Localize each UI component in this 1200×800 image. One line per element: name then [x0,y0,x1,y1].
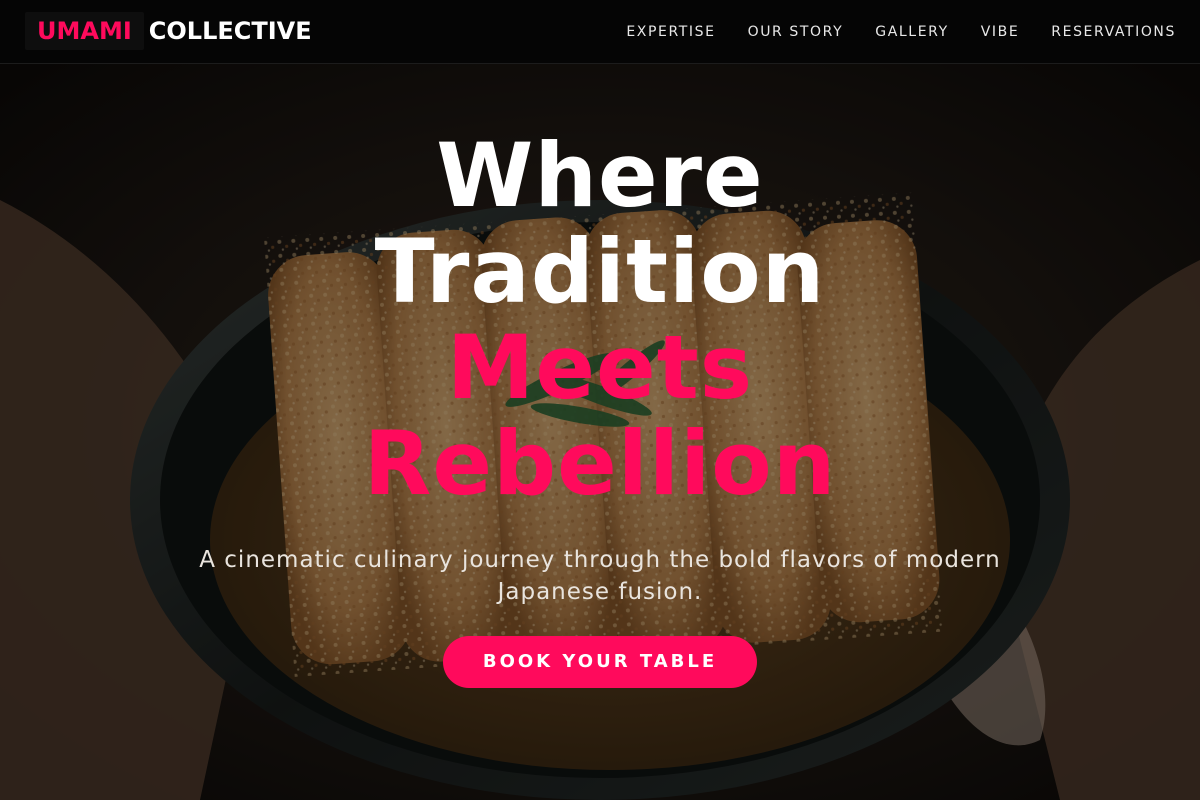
hero-tagline: A cinematic culinary journey through the… [199,547,1001,605]
site-header: UMAMI COLLECTIVE EXPERTISE OUR STORY GAL… [0,0,1200,64]
brand-logo-accent: UMAMI [25,12,144,50]
nav-item-our-story[interactable]: OUR STORY [732,12,860,52]
headline-line-2: Tradition [374,220,826,323]
hero-content: Where Tradition Meets Rebellion A cinema… [0,128,1200,688]
nav-item-gallery[interactable]: GALLERY [859,12,964,52]
brand-logo-text: COLLECTIVE [148,17,312,45]
book-table-button[interactable]: BOOK YOUR TABLE [442,636,758,688]
nav-item-expertise[interactable]: EXPERTISE [610,12,731,52]
hero-section: Where Tradition Meets Rebellion A cinema… [0,64,1200,800]
main-nav: EXPERTISE OUR STORY GALLERY VIBE RESERVA… [610,12,1192,52]
headline-line-4: Rebellion [363,412,837,515]
nav-item-reservations[interactable]: RESERVATIONS [1035,12,1192,52]
headline-line-1: Where [436,124,764,227]
hero-headline: Where Tradition Meets Rebellion [0,128,1200,512]
headline-line-3: Meets [446,316,754,419]
brand-logo[interactable]: UMAMI COLLECTIVE [25,12,312,50]
nav-item-vibe[interactable]: VIBE [965,12,1036,52]
